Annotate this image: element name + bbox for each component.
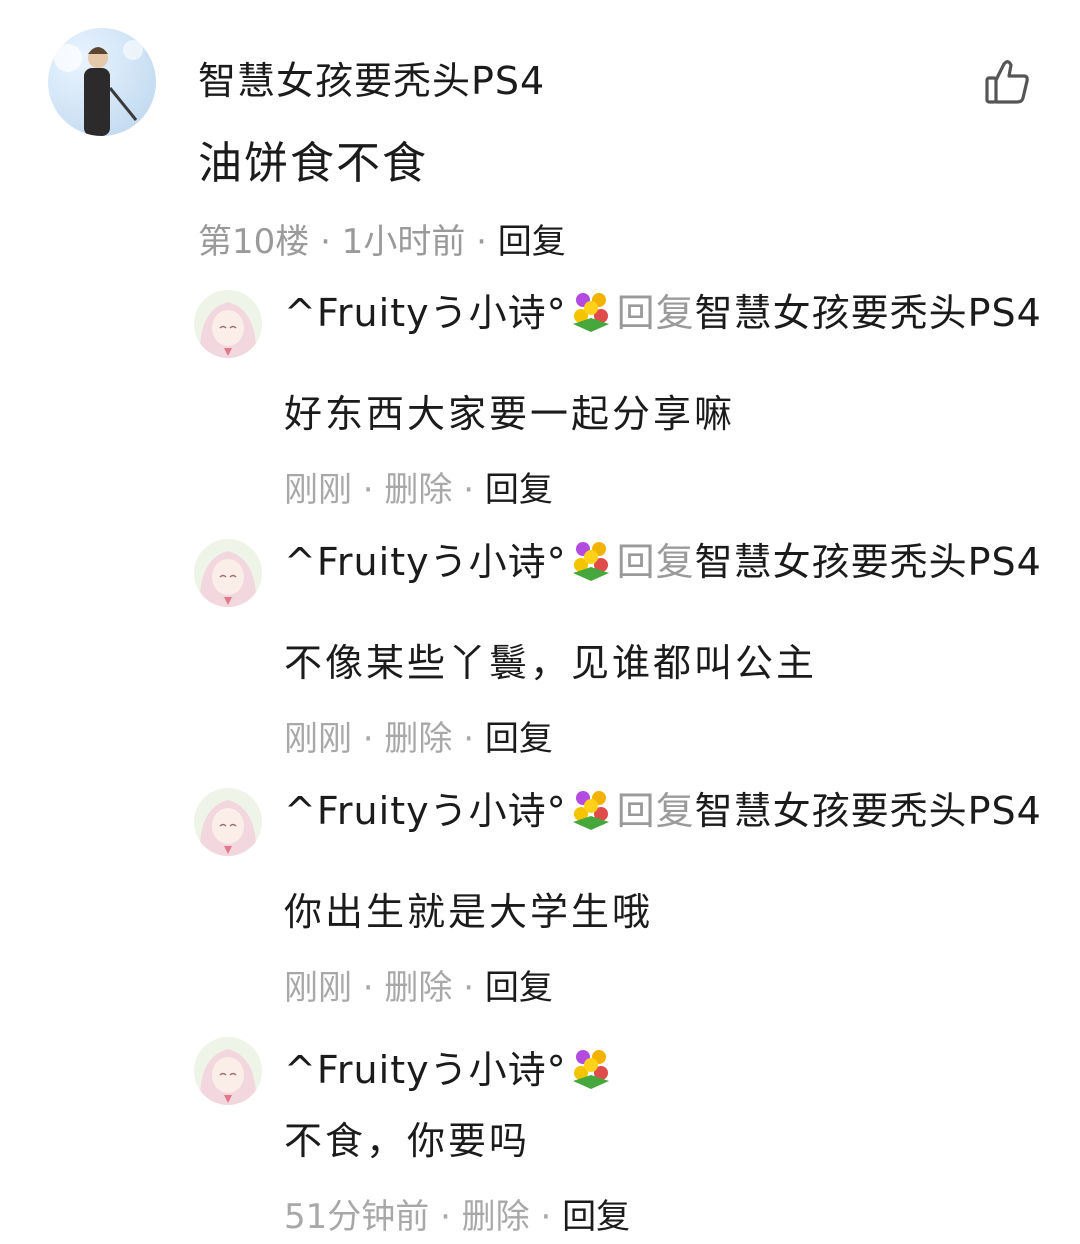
main-comment-meta: 第10楼 · 1小时前 · 回复 [198, 218, 566, 266]
reply-text: 你出生就是大学生哦 [284, 890, 654, 934]
reply-meta: 刚刚 · 删除 · 回复 [284, 715, 553, 763]
meta-info: 51分钟前 · 删除 · [284, 1197, 563, 1237]
reply-target[interactable]: 智慧女孩要秃头PS4 [695, 789, 1042, 833]
flower-emoji-icon [569, 786, 613, 830]
anime-avatar-icon [194, 1037, 262, 1105]
reply-header: ^Fruityう小诗° 回复智慧女孩要秃头PS4 [284, 537, 1054, 586]
anime-avatar-icon [194, 290, 262, 358]
meta-info: 第10楼 · 1小时前 · [198, 222, 498, 262]
meta-info: 刚刚 · 删除 · [284, 719, 485, 759]
meta-info: 刚刚 · 删除 · [284, 968, 485, 1008]
reply-avatar[interactable] [194, 1037, 262, 1105]
meta-info: 刚刚 · 删除 · [284, 470, 485, 510]
reply-button[interactable]: 回复 [562, 1197, 630, 1237]
reply-meta: 刚刚 · 删除 · 回复 [284, 466, 553, 514]
profile-photo-icon [54, 40, 143, 136]
reply-username[interactable]: ^Fruityう小诗° [284, 291, 567, 335]
reply-button[interactable]: 回复 [485, 968, 553, 1008]
reply-button[interactable]: 回复 [498, 222, 566, 262]
flower-emoji-icon [569, 288, 613, 332]
reply-word: 回复 [616, 789, 695, 833]
flower-emoji-icon [569, 537, 613, 581]
main-username[interactable]: 智慧女孩要秃头PS4 [198, 54, 545, 108]
anime-avatar-icon [194, 539, 262, 607]
reply-username[interactable]: ^Fruityう小诗° [284, 789, 567, 833]
reply-avatar[interactable] [194, 788, 262, 856]
reply-header: ^Fruityう小诗° 回复智慧女孩要秃头PS4 [284, 288, 1054, 337]
reply-text: 不像某些丫鬟，见谁都叫公主 [284, 641, 818, 685]
reply-meta: 51分钟前 · 删除 · 回复 [284, 1193, 630, 1241]
reply-target[interactable]: 智慧女孩要秃头PS4 [695, 540, 1042, 584]
reply-username[interactable]: ^Fruityう小诗° [284, 1048, 567, 1092]
reply-text: 好东西大家要一起分享嘛 [284, 392, 736, 436]
reply-username[interactable]: ^Fruityう小诗° [284, 540, 567, 584]
reply-target[interactable]: 智慧女孩要秃头PS4 [695, 291, 1042, 335]
reply-header: ^Fruityう小诗° [284, 1045, 1054, 1094]
reply-header: ^Fruityう小诗° 回复智慧女孩要秃头PS4 [284, 786, 1054, 835]
reply-avatar[interactable] [194, 539, 262, 607]
reply-word: 回复 [616, 291, 695, 335]
reply-avatar[interactable] [194, 290, 262, 358]
reply-meta: 刚刚 · 删除 · 回复 [284, 964, 553, 1012]
main-comment-text: 油饼食不食 [198, 138, 428, 189]
reply-text: 不食，你要吗 [284, 1119, 531, 1163]
reply-button[interactable]: 回复 [485, 470, 553, 510]
flower-emoji-icon [569, 1045, 613, 1089]
anime-avatar-icon [194, 788, 262, 856]
thumbs-up-icon[interactable] [982, 56, 1032, 106]
reply-word: 回复 [616, 540, 695, 584]
reply-button[interactable]: 回复 [485, 719, 553, 759]
main-avatar[interactable] [48, 28, 156, 136]
